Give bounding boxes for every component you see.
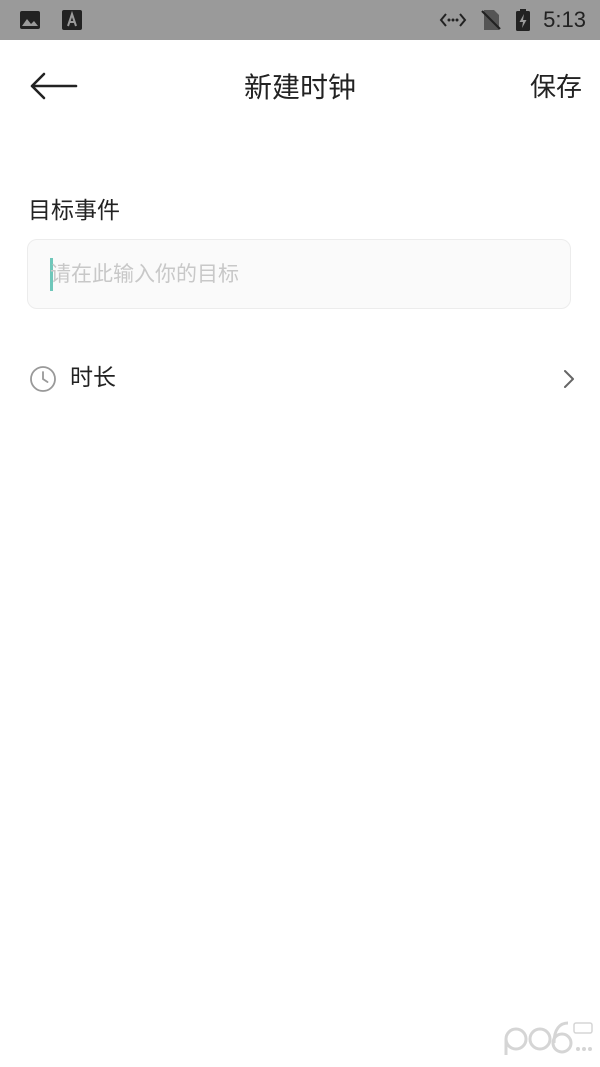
goal-label: 目标事件 — [28, 198, 120, 224]
watermark-logo — [504, 1021, 593, 1055]
image-icon — [20, 11, 40, 29]
clock-icon — [30, 366, 56, 392]
arrow-left-icon — [30, 72, 78, 100]
no-sim-icon — [481, 10, 501, 30]
duration-label: 时长 — [70, 365, 116, 391]
chevron-right-icon — [564, 370, 574, 388]
back-button[interactable] — [26, 68, 82, 104]
battery-charging-icon — [516, 9, 531, 31]
status-bar: 5:13 — [0, 0, 600, 40]
text-a-icon — [62, 10, 82, 30]
goal-input-container — [27, 239, 571, 309]
save-button[interactable]: 保存 — [530, 68, 582, 108]
status-time: 5:13 — [543, 7, 586, 32]
app-bar: 新建时钟 保存 — [0, 40, 600, 132]
goal-input[interactable] — [50, 240, 550, 308]
page-title: 新建时钟 — [243, 71, 356, 104]
data-transfer-icon — [439, 13, 467, 27]
duration-row[interactable]: 时长 — [0, 350, 600, 408]
